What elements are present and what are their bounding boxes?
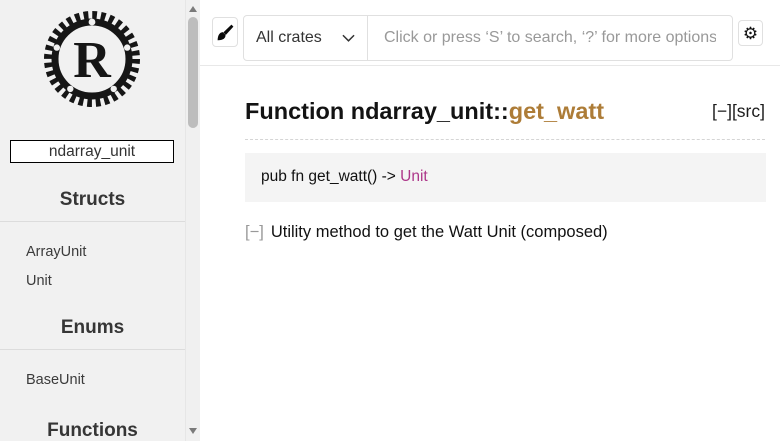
gear-icon: ⚙ <box>742 23 759 43</box>
sidebar-item-unit[interactable]: Unit <box>26 273 52 290</box>
return-type-link[interactable]: Unit <box>400 168 428 185</box>
theme-picker-button[interactable] <box>212 17 238 47</box>
page-title-prefix: Function ndarray_unit:: <box>245 98 509 124</box>
settings-button[interactable]: ⚙ <box>738 20 763 46</box>
sidebar-scrollbar[interactable] <box>185 0 200 441</box>
page-title-fn-name: get_watt <box>508 98 605 124</box>
main-content: Function ndarray_unit::get_watt [−][src]… <box>200 66 780 441</box>
page-title: Function ndarray_unit::get_watt <box>245 96 604 126</box>
sidebar-heading-structs[interactable]: Structs <box>0 186 185 222</box>
src-link[interactable]: [src] <box>732 101 765 121</box>
rust-logo-icon[interactable]: R <box>42 9 142 109</box>
doc-collapse-toggle[interactable]: [−] <box>245 223 264 241</box>
sidebar: R ndarray_unit Structs ArrayUnit Unit En… <box>0 0 185 441</box>
fn-signature: pub fn get_watt() -> Unit <box>245 153 766 202</box>
out-of-band: [−][src] <box>712 101 765 122</box>
scrollbar-thumb[interactable] <box>188 17 198 128</box>
sidebar-heading-enums[interactable]: Enums <box>0 314 185 350</box>
crate-filter-value: All crates <box>256 29 322 46</box>
scrollbar-down-arrow-icon[interactable] <box>189 428 197 434</box>
search-toolbar: All crates ⚙ <box>200 0 780 66</box>
page-title-row: Function ndarray_unit::get_watt [−][src] <box>245 96 765 140</box>
rustdoc-page: R ndarray_unit Structs ArrayUnit Unit En… <box>0 0 780 441</box>
signature-text: pub fn get_watt() -> <box>261 168 401 185</box>
sidebar-heading-functions[interactable]: Functions <box>0 417 185 441</box>
search-form: All crates <box>243 15 733 61</box>
crate-filter-select[interactable]: All crates <box>244 16 368 60</box>
doc-block: [−] Utility method to get the Watt Unit (… <box>245 220 608 244</box>
sidebar-item-baseunit[interactable]: BaseUnit <box>26 372 85 389</box>
crate-name-link[interactable]: ndarray_unit <box>10 140 174 163</box>
doc-text: Utility method to get the Watt Unit (com… <box>270 223 608 241</box>
collapse-all-toggle[interactable]: [−] <box>712 101 732 121</box>
svg-text:R: R <box>73 32 112 89</box>
sidebar-item-arrayunit[interactable]: ArrayUnit <box>26 244 86 261</box>
scrollbar-up-arrow-icon[interactable] <box>189 6 197 12</box>
paintbrush-icon <box>216 23 235 42</box>
search-input[interactable] <box>368 16 732 60</box>
chevron-down-icon <box>342 34 355 42</box>
